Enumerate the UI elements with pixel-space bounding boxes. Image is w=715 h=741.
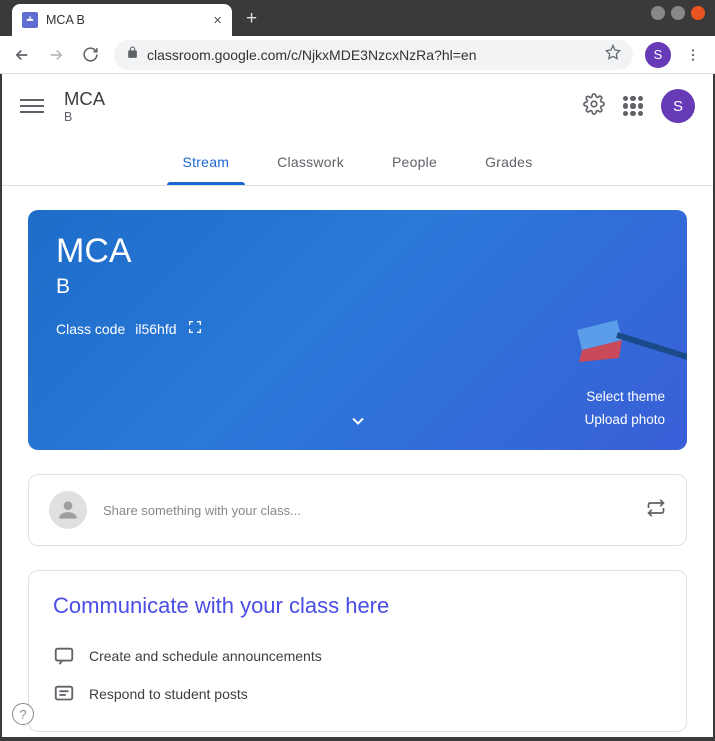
share-placeholder-text: Share something with your class... <box>103 503 630 518</box>
tab-classwork[interactable]: Classwork <box>277 138 344 185</box>
info-card-title: Communicate with your class here <box>53 593 662 619</box>
upload-photo-link[interactable]: Upload photo <box>585 409 665 432</box>
respond-icon <box>53 683 75 705</box>
class-code-value: il56hfd <box>135 321 176 337</box>
info-row-text: Respond to student posts <box>89 686 248 702</box>
announcement-icon <box>53 645 75 667</box>
hero-class-subtitle: B <box>56 275 659 299</box>
page-viewport[interactable]: MCA B S Stream Classwork People Grades M… <box>2 74 713 737</box>
app-header: MCA B S <box>2 74 713 138</box>
browser-tab[interactable]: MCA B × <box>12 4 232 36</box>
window-controls <box>651 6 705 20</box>
settings-gear-icon[interactable] <box>583 93 605 120</box>
user-avatar-placeholder <box>49 491 87 529</box>
reuse-post-icon[interactable] <box>646 498 666 523</box>
back-button[interactable] <box>6 39 38 71</box>
tab-title: MCA B <box>46 13 205 27</box>
class-hero-banner: MCA B Class code il56hfd Select theme Up… <box>28 210 687 450</box>
info-row-text: Create and schedule announcements <box>89 648 322 664</box>
stream-content: MCA B Class code il56hfd Select theme Up… <box>2 186 713 737</box>
window-close-button[interactable] <box>691 6 705 20</box>
lock-icon <box>126 46 139 64</box>
class-tabs-nav: Stream Classwork People Grades <box>2 138 713 186</box>
hero-decoration <box>557 310 687 395</box>
hero-customize-links: Select theme Upload photo <box>585 386 665 432</box>
bookmark-star-icon[interactable] <box>605 44 621 65</box>
window-maximize-button[interactable] <box>671 6 685 20</box>
share-announcement-card[interactable]: Share something with your class... <box>28 474 687 546</box>
google-apps-icon[interactable] <box>623 96 643 116</box>
tab-people[interactable]: People <box>392 138 437 185</box>
select-theme-link[interactable]: Select theme <box>585 386 665 409</box>
info-row-respond: Respond to student posts <box>53 675 662 713</box>
fullscreen-icon[interactable] <box>187 319 203 338</box>
browser-menu-button[interactable] <box>677 39 709 71</box>
forward-button[interactable] <box>40 39 72 71</box>
url-text: classroom.google.com/c/NjkxMDE3NzcxNzRa?… <box>147 47 597 63</box>
help-icon[interactable]: ? <box>12 703 34 725</box>
tab-close-button[interactable]: × <box>213 12 222 29</box>
account-avatar[interactable]: S <box>661 89 695 123</box>
info-row-announcements: Create and schedule announcements <box>53 637 662 675</box>
window-minimize-button[interactable] <box>651 6 665 20</box>
hero-class-title: MCA <box>56 232 659 271</box>
tab-grades[interactable]: Grades <box>485 138 532 185</box>
browser-window: MCA B × + classroom.google.com/c/NjkxMDE… <box>0 0 715 741</box>
hero-expand-chevron-icon[interactable] <box>348 411 368 436</box>
hamburger-menu-button[interactable] <box>20 94 44 118</box>
url-bar[interactable]: classroom.google.com/c/NjkxMDE3NzcxNzRa?… <box>114 40 633 70</box>
communicate-info-card: Communicate with your class here Create … <box>28 570 687 732</box>
browser-toolbar: classroom.google.com/c/NjkxMDE3NzcxNzRa?… <box>0 36 715 74</box>
class-code-label: Class code <box>56 321 125 337</box>
browser-tabstrip: MCA B × + <box>0 0 715 36</box>
header-class-block: MCA B <box>64 88 105 123</box>
header-class-name: MCA <box>64 88 105 109</box>
classroom-favicon <box>22 12 38 28</box>
new-tab-button[interactable]: + <box>246 8 257 30</box>
reload-button[interactable] <box>74 39 106 71</box>
tab-stream[interactable]: Stream <box>183 138 230 185</box>
browser-profile-badge[interactable]: S <box>645 42 671 68</box>
header-class-section: B <box>64 110 105 124</box>
